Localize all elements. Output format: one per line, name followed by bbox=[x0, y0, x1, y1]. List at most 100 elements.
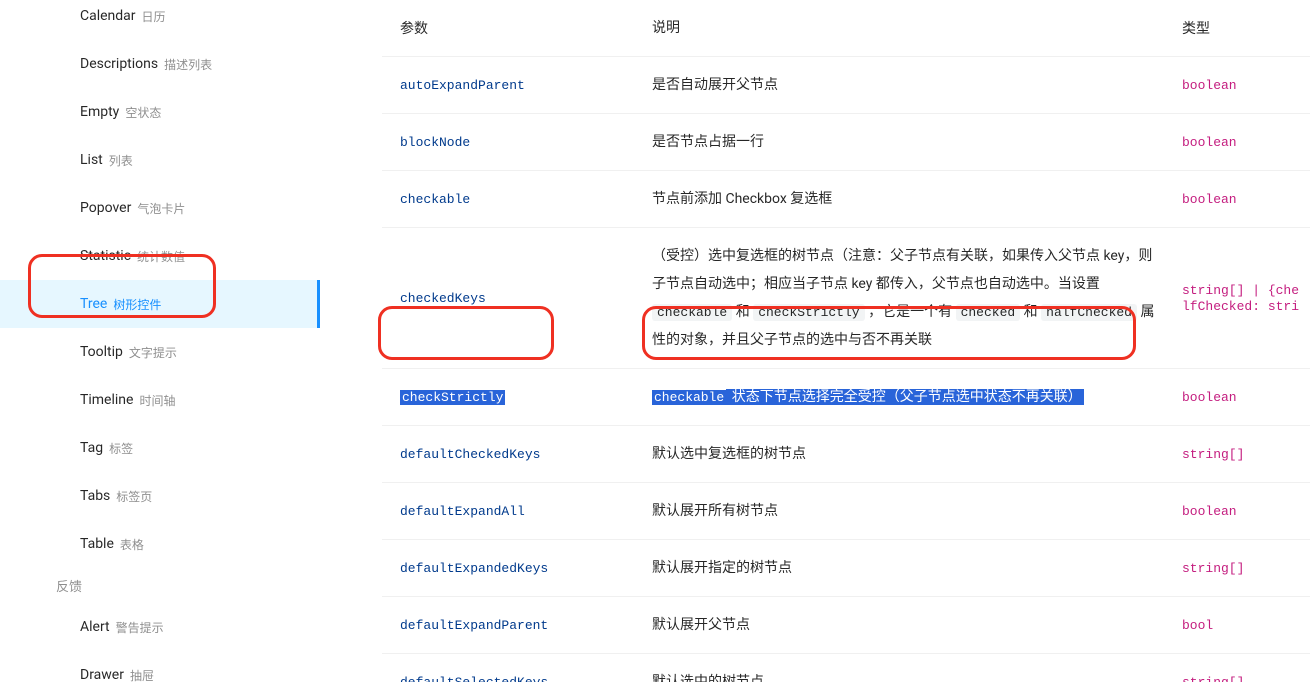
code-inline: checked bbox=[956, 304, 1021, 321]
code-inline: checkStrictly bbox=[753, 304, 864, 321]
sidebar-item-label-en: Alert bbox=[80, 619, 110, 635]
table-header-desc: 说明 bbox=[652, 14, 1182, 42]
param-type: string[] | {che bbox=[1182, 283, 1299, 298]
param-type: lfChecked: stri bbox=[1182, 299, 1299, 314]
desc-text: 和 bbox=[1024, 304, 1041, 320]
code-inline: halfChecked bbox=[1041, 304, 1137, 321]
sidebar-item-label-en: Statistic bbox=[80, 248, 131, 264]
sidebar-item-label-zh: 日历 bbox=[142, 8, 166, 25]
sidebar-item-empty[interactable]: Empty 空状态 bbox=[0, 88, 320, 136]
api-table-container: 参数 说明 类型 autoExpandParent 是否自动展开父节点 bool… bbox=[320, 0, 1310, 682]
sidebar-item-label-en: Timeline bbox=[80, 392, 133, 408]
param-desc: 默认选中的树节点 bbox=[652, 668, 1182, 682]
param-name-selected: checkStrictly bbox=[400, 390, 505, 405]
sidebar-item-alert[interactable]: Alert 警告提示 bbox=[0, 603, 320, 651]
sidebar: Calendar 日历 Descriptions 描述列表 Empty 空状态 … bbox=[0, 0, 320, 682]
param-type: string[] bbox=[1182, 447, 1244, 462]
sidebar-item-label-en: Table bbox=[80, 536, 114, 552]
desc-text: （受控）选中复选框的树节点（注意：父子节点有关联，如果传入父节点 key，则子节… bbox=[652, 248, 1152, 292]
sidebar-item-label-zh: 列表 bbox=[109, 152, 133, 169]
sidebar-item-label-zh: 时间轴 bbox=[139, 392, 175, 409]
sidebar-item-label-zh: 标签页 bbox=[116, 488, 152, 505]
param-type: boolean bbox=[1182, 192, 1237, 207]
sidebar-item-label-zh: 气泡卡片 bbox=[137, 200, 185, 217]
sidebar-item-label-en: Empty bbox=[80, 104, 119, 120]
table-row: autoExpandParent 是否自动展开父节点 boolean bbox=[382, 57, 1310, 114]
sidebar-item-drawer[interactable]: Drawer 抽屉 bbox=[0, 651, 320, 682]
param-type: string[] bbox=[1182, 675, 1244, 682]
sidebar-item-label-zh: 统计数值 bbox=[137, 248, 185, 265]
sidebar-item-label-zh: 警告提示 bbox=[116, 619, 164, 636]
table-row-checkstrictly: checkStrictly checkable 状态下节点选择完全受控（父子节点… bbox=[382, 369, 1310, 426]
sidebar-item-label-zh: 树形控件 bbox=[113, 296, 161, 313]
sidebar-item-label-en: Tree bbox=[80, 296, 107, 312]
desc-text: ，它是一个有 bbox=[868, 304, 955, 320]
param-type: boolean bbox=[1182, 135, 1237, 150]
code-inline: checkable bbox=[652, 304, 732, 321]
param-name: autoExpandParent bbox=[400, 78, 525, 93]
param-type: string[] bbox=[1182, 561, 1244, 576]
sidebar-item-tree[interactable]: Tree 树形控件 bbox=[0, 280, 320, 328]
param-type: boolean bbox=[1182, 390, 1237, 405]
desc-text: 和 bbox=[736, 304, 753, 320]
sidebar-item-statistic[interactable]: Statistic 统计数值 bbox=[0, 232, 320, 280]
table-row: blockNode 是否节点占据一行 boolean bbox=[382, 114, 1310, 171]
param-desc: checkable 状态下节点选择完全受控（父子节点选中状态不再关联） bbox=[652, 383, 1182, 411]
desc-selected-code: checkable bbox=[652, 390, 726, 405]
sidebar-item-label-zh: 标签 bbox=[109, 440, 133, 457]
sidebar-item-label-en: Popover bbox=[80, 200, 131, 216]
sidebar-item-label-en: Descriptions bbox=[80, 56, 158, 72]
param-desc: 是否自动展开父节点 bbox=[652, 71, 1182, 99]
sidebar-item-label-zh: 空状态 bbox=[125, 104, 161, 121]
param-name: defaultExpandParent bbox=[400, 618, 548, 633]
sidebar-item-label-en: Calendar bbox=[80, 8, 136, 24]
param-name: blockNode bbox=[400, 135, 470, 150]
desc-selected-text: 状态下节点选择完全受控（父子节点选中状态不再关联） bbox=[726, 389, 1083, 405]
table-row: defaultExpandParent 默认展开父节点 bool bbox=[382, 597, 1310, 654]
table-row: checkable 节点前添加 Checkbox 复选框 boolean bbox=[382, 171, 1310, 228]
sidebar-item-label-en: Tabs bbox=[80, 488, 110, 504]
sidebar-item-label-en: Tag bbox=[80, 440, 103, 456]
param-name: defaultExpandAll bbox=[400, 504, 525, 519]
param-desc: 节点前添加 Checkbox 复选框 bbox=[652, 185, 1182, 213]
param-desc: 默认选中复选框的树节点 bbox=[652, 440, 1182, 468]
param-name: checkedKeys bbox=[400, 291, 486, 306]
sidebar-item-tag[interactable]: Tag 标签 bbox=[0, 424, 320, 472]
sidebar-item-timeline[interactable]: Timeline 时间轴 bbox=[0, 376, 320, 424]
param-name: defaultCheckedKeys bbox=[400, 447, 540, 462]
api-table: 参数 说明 类型 autoExpandParent 是否自动展开父节点 bool… bbox=[382, 0, 1310, 682]
param-name: defaultSelectedKeys bbox=[400, 675, 548, 682]
param-type: boolean bbox=[1182, 504, 1237, 519]
table-header-type: 类型 bbox=[1182, 18, 1310, 38]
param-desc: 默认展开所有树节点 bbox=[652, 497, 1182, 525]
table-row: checkedKeys （受控）选中复选框的树节点（注意：父子节点有关联，如果传… bbox=[382, 228, 1310, 369]
sidebar-item-label-zh: 文字提示 bbox=[129, 344, 177, 361]
sidebar-group-feedback: 反馈 bbox=[0, 568, 320, 603]
sidebar-item-tabs[interactable]: Tabs 标签页 bbox=[0, 472, 320, 520]
table-row: defaultSelectedKeys 默认选中的树节点 string[] bbox=[382, 654, 1310, 682]
sidebar-item-table[interactable]: Table 表格 bbox=[0, 520, 320, 568]
sidebar-item-popover[interactable]: Popover 气泡卡片 bbox=[0, 184, 320, 232]
table-row: defaultExpandedKeys 默认展开指定的树节点 string[] bbox=[382, 540, 1310, 597]
sidebar-item-label-en: List bbox=[80, 152, 103, 168]
table-header: 参数 说明 类型 bbox=[382, 0, 1310, 57]
table-row: defaultCheckedKeys 默认选中复选框的树节点 string[] bbox=[382, 426, 1310, 483]
sidebar-item-calendar[interactable]: Calendar 日历 bbox=[0, 0, 320, 40]
sidebar-item-descriptions[interactable]: Descriptions 描述列表 bbox=[0, 40, 320, 88]
table-header-param: 参数 bbox=[382, 18, 652, 38]
sidebar-item-label-zh: 表格 bbox=[120, 536, 144, 553]
table-row: defaultExpandAll 默认展开所有树节点 boolean bbox=[382, 483, 1310, 540]
param-desc: 默认展开指定的树节点 bbox=[652, 554, 1182, 582]
param-type: boolean bbox=[1182, 78, 1237, 93]
param-name: defaultExpandedKeys bbox=[400, 561, 548, 576]
sidebar-item-list[interactable]: List 列表 bbox=[0, 136, 320, 184]
sidebar-item-label-en: Tooltip bbox=[80, 344, 123, 360]
param-desc: 默认展开父节点 bbox=[652, 611, 1182, 639]
param-desc: 是否节点占据一行 bbox=[652, 128, 1182, 156]
sidebar-item-tooltip[interactable]: Tooltip 文字提示 bbox=[0, 328, 320, 376]
sidebar-item-label-zh: 抽屉 bbox=[130, 667, 154, 682]
param-type: bool bbox=[1182, 618, 1213, 633]
sidebar-item-label-en: Drawer bbox=[80, 667, 124, 682]
sidebar-item-label-zh: 描述列表 bbox=[164, 56, 212, 73]
param-name: checkable bbox=[400, 192, 470, 207]
